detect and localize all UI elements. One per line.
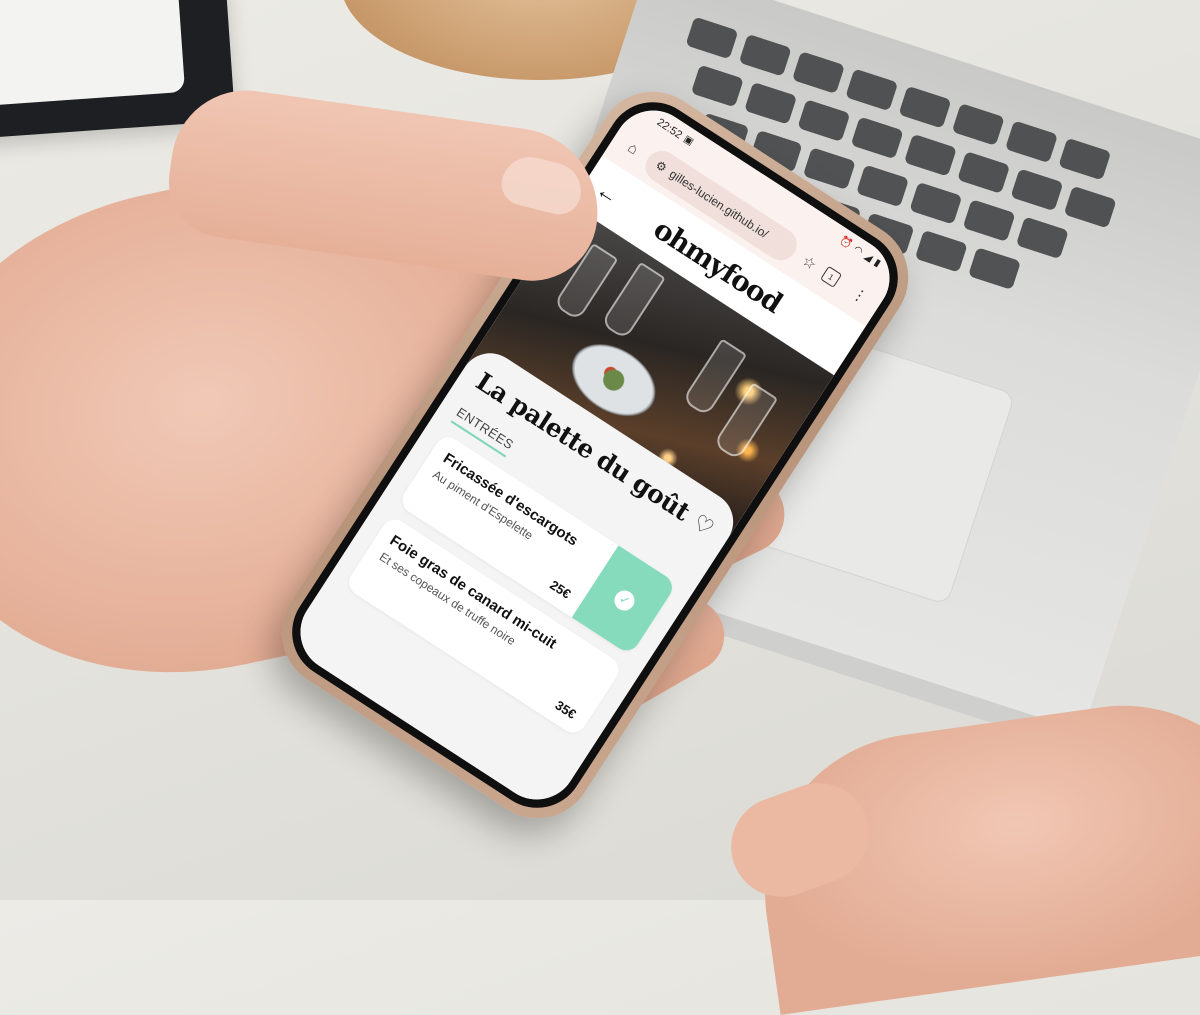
wine-glass <box>600 261 666 341</box>
battery-icon: ▮ <box>871 257 883 270</box>
alarm-icon: ⏰ <box>837 234 855 251</box>
site-settings-icon[interactable]: ⚙ <box>653 158 670 176</box>
heart-icon[interactable]: ♡ <box>688 509 719 542</box>
wifi-icon: ◠ <box>851 243 865 258</box>
signal-icon: ◢ <box>862 250 875 265</box>
menu-icon[interactable]: ⋮ <box>845 281 875 309</box>
dish-price: 35€ <box>552 697 579 722</box>
screenshot-icon: ▣ <box>681 133 696 148</box>
dish-price: 25€ <box>547 577 574 602</box>
dish-name: Fricassée d'escargots <box>440 449 581 550</box>
tabs-count-box: 1 <box>820 265 843 288</box>
wine-glass <box>712 382 779 461</box>
tablet-screen <box>0 0 186 106</box>
home-icon[interactable]: ⌂ <box>618 135 647 162</box>
check-icon: ✓ <box>610 586 639 615</box>
bookmark-star-icon[interactable]: ☆ <box>794 249 824 277</box>
tabs-icon[interactable]: 1 <box>820 265 849 292</box>
